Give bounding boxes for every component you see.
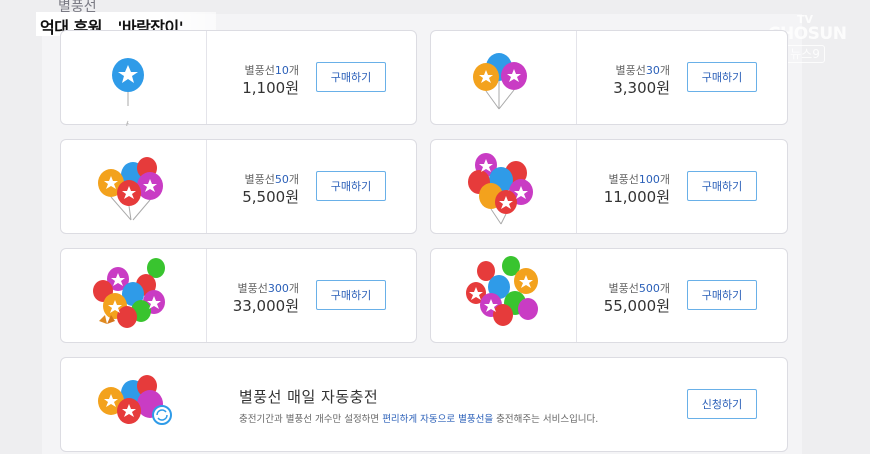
product-price: 5,500원: [242, 188, 299, 206]
product-quantity: 별풍선500개: [608, 282, 671, 295]
auto-charge-description: 충전기간과 별풍선 개수만 설정하면 편리하게 자동으로 별풍선을 충전해주는 …: [239, 414, 599, 425]
product-card-50: 별풍선50개 5,500원 구매하기: [60, 139, 417, 234]
buy-button[interactable]: 구매하기: [687, 62, 757, 92]
product-quantity: 별풍선300개: [237, 282, 300, 295]
balloon-image: [431, 140, 577, 233]
product-card-30: 별풍선30개 3,300원 구매하기: [430, 30, 788, 125]
balloon-icon: [98, 157, 163, 221]
product-card-10: 별풍선10개 1,100원 구매하기: [60, 30, 417, 126]
product-card-100: 별풍선100개 11,000원 구매하기: [430, 139, 788, 234]
balloon-image: [431, 31, 577, 124]
balloon-icon: [98, 375, 172, 425]
product-quantity: 별풍선100개: [608, 173, 671, 186]
product-quantity: 별풍선10개: [244, 64, 300, 77]
buy-button[interactable]: 구매하기: [316, 62, 386, 92]
product-card-500: 별풍선500개 55,000원 구매하기: [430, 248, 788, 343]
product-price: 3,300원: [613, 79, 670, 97]
product-price: 33,000원: [232, 297, 299, 315]
balloon-icon: [473, 53, 527, 110]
balloon-icon: [93, 258, 165, 328]
product-price: 11,000원: [603, 188, 670, 206]
buy-button[interactable]: 구매하기: [316, 171, 386, 201]
product-price: 55,000원: [603, 297, 670, 315]
product-quantity: 별풍선30개: [615, 64, 671, 77]
buy-button[interactable]: 구매하기: [316, 280, 386, 310]
product-price: 1,100원: [242, 79, 299, 97]
apply-button[interactable]: 신청하기: [687, 389, 757, 419]
balloon-icon: [112, 58, 144, 126]
balloon-image: [61, 31, 207, 126]
product-quantity: 별풍선50개: [244, 173, 300, 186]
auto-charge-card: 별풍선 매일 자동충전 충전기간과 별풍선 개수만 설정하면 편리하게 자동으로…: [60, 357, 788, 452]
balloon-icon: [466, 256, 538, 326]
buy-button[interactable]: 구매하기: [687, 280, 757, 310]
auto-charge-title: 별풍선 매일 자동충전: [239, 388, 379, 406]
balloon-image: [61, 249, 207, 342]
product-card-300: 별풍선300개 33,000원 구매하기: [60, 248, 417, 343]
balloon-image: [61, 140, 207, 233]
balloon-image: [431, 249, 577, 342]
balloon-icon: [468, 153, 533, 225]
balloon-image: [61, 358, 206, 451]
buy-button[interactable]: 구매하기: [687, 171, 757, 201]
